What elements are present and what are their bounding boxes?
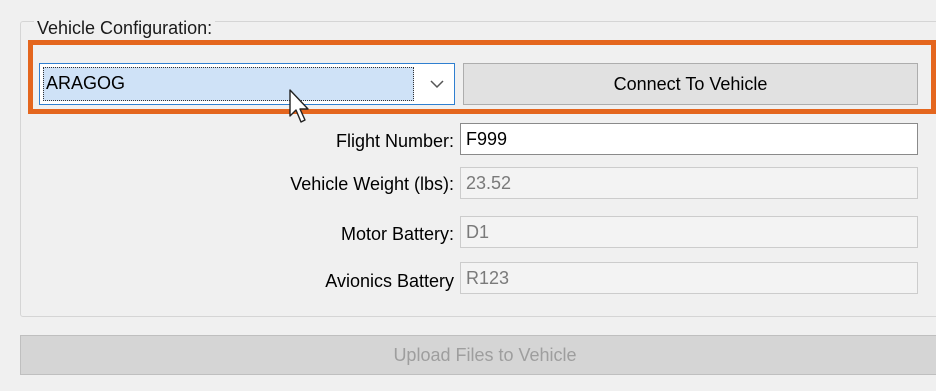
connect-to-vehicle-button[interactable]: Connect To Vehicle xyxy=(463,63,918,105)
mouse-cursor-icon xyxy=(288,88,314,132)
avionics-battery-label: Avionics Battery xyxy=(325,271,454,291)
vehicle-select-value: ARAGOG xyxy=(43,67,414,101)
group-title: Vehicle Configuration: xyxy=(34,18,216,39)
avionics-battery-field: R123 xyxy=(460,262,918,294)
upload-files-button[interactable]: Upload Files to Vehicle xyxy=(20,335,936,375)
vehicle-select[interactable]: ARAGOG xyxy=(39,63,455,105)
vehicle-weight-label: Vehicle Weight (lbs): xyxy=(290,174,454,194)
motor-battery-field: D1 xyxy=(460,216,918,248)
flight-number-field[interactable]: F999 xyxy=(460,123,918,155)
chevron-down-icon[interactable] xyxy=(420,64,454,104)
vehicle-weight-field: 23.52 xyxy=(460,167,918,199)
flight-number-label: Flight Number: xyxy=(335,131,454,151)
motor-battery-label: Motor Battery: xyxy=(340,224,454,244)
